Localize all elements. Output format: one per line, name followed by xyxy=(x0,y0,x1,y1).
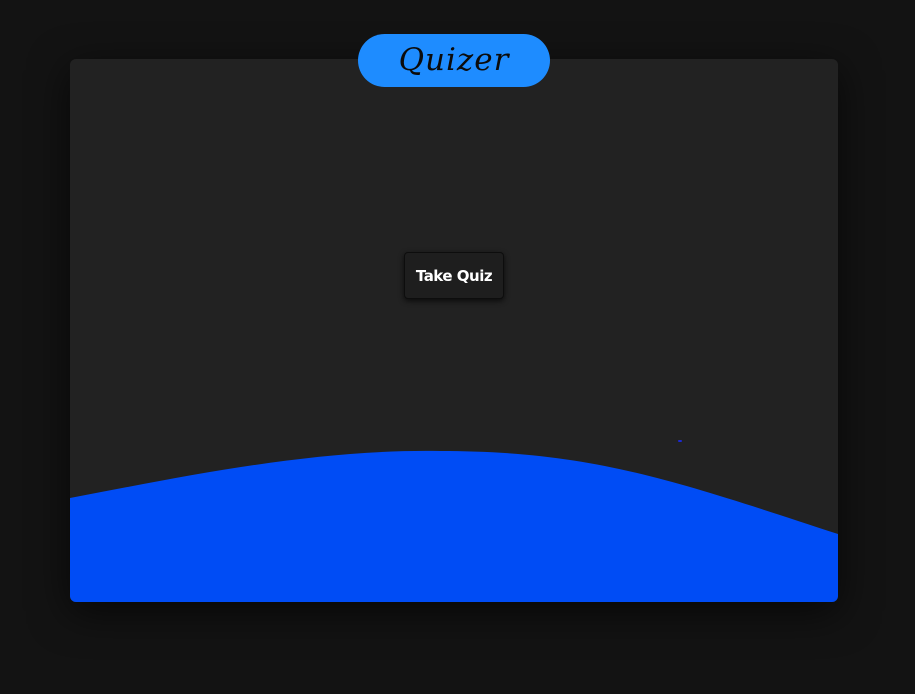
wave-decoration xyxy=(70,450,838,602)
app-title: Quizer xyxy=(398,42,510,78)
quiz-card xyxy=(70,59,838,602)
app-title-pill: Quizer xyxy=(358,34,550,87)
page: Quizer Take Quiz xyxy=(0,0,915,694)
wave-speck xyxy=(678,440,682,442)
wave-shape xyxy=(70,450,838,602)
take-quiz-button[interactable]: Take Quiz xyxy=(404,252,504,299)
